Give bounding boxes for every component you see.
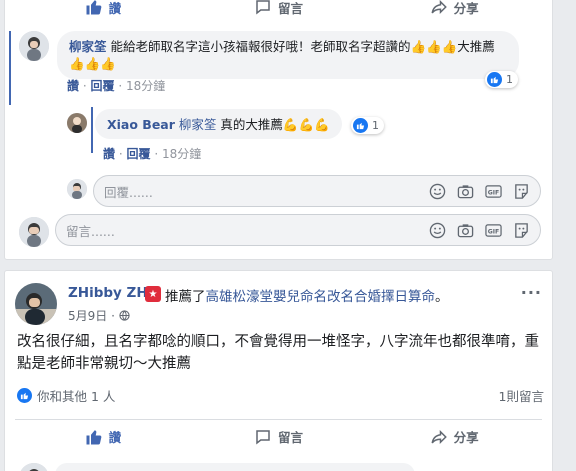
likes-summary[interactable]: 你和其他 1 人 (37, 386, 115, 405)
share-label: 分享 (453, 430, 479, 445)
next-comment-bubble (55, 463, 415, 471)
reply-text: 真的大推薦💪💪💪 (216, 117, 330, 132)
comment-author[interactable]: 柳家筌 (69, 39, 107, 54)
emoji-icon[interactable] (429, 183, 446, 200)
reply-input-placeholder: 回覆...... (104, 184, 153, 200)
camera-icon[interactable] (457, 183, 474, 200)
reply-time[interactable]: 18分鐘 (162, 147, 201, 161)
person-photo-icon (19, 217, 49, 247)
globe-icon (119, 310, 130, 321)
thumbs-up-icon (86, 429, 101, 444)
reply-reply-link[interactable]: 回覆 (127, 147, 151, 161)
like-reaction-icon (353, 118, 368, 133)
comment-input-tools: GIF (429, 222, 530, 239)
commenter-avatar[interactable] (19, 31, 49, 61)
share-button[interactable]: 分享 (366, 0, 542, 21)
reaction-count: 1 (506, 73, 513, 86)
comment-button[interactable]: 留言 (191, 420, 367, 453)
post-date[interactable]: 5月9日 (68, 309, 107, 323)
post-action-bar: 讚 留言 分享 (15, 0, 542, 21)
gif-icon[interactable]: GIF (485, 183, 502, 200)
comment-meta: 讚 · 回覆 · 18分鐘 (67, 79, 166, 93)
post-verb: 推薦了 (165, 289, 206, 305)
more-options-icon[interactable]: ··· (521, 283, 542, 302)
reply-meta: 讚 · 回覆 · 18分鐘 (103, 147, 202, 161)
like-reaction-icon (487, 72, 502, 87)
svg-text:GIF: GIF (488, 189, 500, 196)
comment-thread-indicator (9, 31, 11, 105)
my-avatar (19, 217, 49, 247)
reply-thread-indicator (91, 107, 93, 153)
person-photo-icon (67, 179, 87, 199)
sticker-icon[interactable] (513, 183, 530, 200)
person-photo-icon (67, 113, 87, 133)
share-button[interactable]: 分享 (366, 420, 542, 453)
like-button[interactable]: 讚 (15, 420, 191, 453)
post-body-text: 改名很仔細，且名字都唸的順口，不會覺得用一堆怪字，八字流年也都很準唷，重點是老師… (17, 334, 539, 372)
comment-button[interactable]: 留言 (191, 0, 367, 21)
comments-count[interactable]: 1則留言 (499, 386, 544, 405)
share-icon (431, 0, 447, 15)
emoji-icon[interactable] (429, 222, 446, 239)
like-label: 讚 (108, 0, 122, 16)
comment-icon (256, 0, 270, 15)
post-headline: 推薦了高雄松濠堂嬰兒命名改名合婚擇日算命。 (165, 289, 449, 305)
comment-input-placeholder: 留言...... (66, 223, 115, 239)
reaction-count: 1 (372, 119, 379, 132)
svg-text:GIF: GIF (488, 228, 500, 235)
gif-icon[interactable]: GIF (485, 222, 502, 239)
recommendation-icon: ★ (145, 286, 161, 302)
reply-like-link[interactable]: 讚 (103, 147, 115, 161)
like-reaction-icon (17, 387, 32, 403)
recommended-page-link[interactable]: 高雄松濠堂嬰兒命名改名合婚擇日算命 (206, 289, 436, 305)
comment-text: 能給老師取名字這小孩福報很好哦！老師取名字超讚的👍👍👍大推薦👍👍👍 (69, 39, 495, 71)
share-label: 分享 (453, 0, 479, 16)
post-action-bar: 讚 留言 分享 (15, 419, 542, 453)
thumbs-up-icon (86, 0, 101, 15)
person-photo-icon (15, 283, 57, 325)
reply-bubble: Xiao Bear 柳家筌 真的大推薦💪💪💪 (95, 109, 342, 139)
share-icon (431, 429, 447, 444)
post-card-previous: 讚 留言 分享 柳家筌 能給老師取名字這小孩福報很好哦！老師取名字超讚的👍👍👍大… (4, 0, 553, 260)
reply-author[interactable]: Xiao Bear (107, 117, 175, 132)
recommendation-post-card: ZHibby ZHi ★ 推薦了高雄松濠堂嬰兒命名改名合婚擇日算命。 ··· 5… (4, 270, 553, 471)
reply-input-tools: GIF (429, 183, 530, 200)
reply-avatar[interactable] (67, 113, 87, 133)
comment-input[interactable]: 留言...... GIF (55, 214, 541, 246)
post-author-avatar[interactable] (15, 283, 57, 325)
comment-reply-link[interactable]: 回覆 (91, 79, 115, 93)
comment-label: 留言 (278, 430, 304, 445)
reply-input[interactable]: 回覆...... GIF (93, 175, 541, 207)
like-label: 讚 (108, 430, 122, 445)
reply-reaction-count[interactable]: 1 (351, 117, 384, 134)
my-avatar-small (67, 179, 87, 199)
next-comment-avatar[interactable] (19, 463, 49, 471)
camera-icon[interactable] (457, 222, 474, 239)
comment-reaction-count[interactable]: 1 (485, 71, 518, 88)
comment-label: 留言 (278, 0, 304, 16)
comment-time[interactable]: 18分鐘 (126, 79, 165, 93)
comment-like-link[interactable]: 讚 (67, 79, 79, 93)
reply-mention[interactable]: 柳家筌 (179, 117, 217, 132)
comment-bubble: 柳家筌 能給老師取名字這小孩福報很好哦！老師取名字超讚的👍👍👍大推薦👍👍👍 (57, 31, 519, 79)
post-stats: 你和其他 1 人 1則留言 (17, 385, 544, 405)
person-photo-icon (19, 463, 49, 471)
sticker-icon[interactable] (513, 222, 530, 239)
like-button[interactable]: 讚 (15, 0, 191, 21)
post-timestamp-row: 5月9日 · (68, 307, 130, 324)
person-photo-icon (19, 31, 49, 61)
post-author-name[interactable]: ZHibby ZHi (68, 285, 152, 301)
comment-icon (256, 429, 270, 445)
